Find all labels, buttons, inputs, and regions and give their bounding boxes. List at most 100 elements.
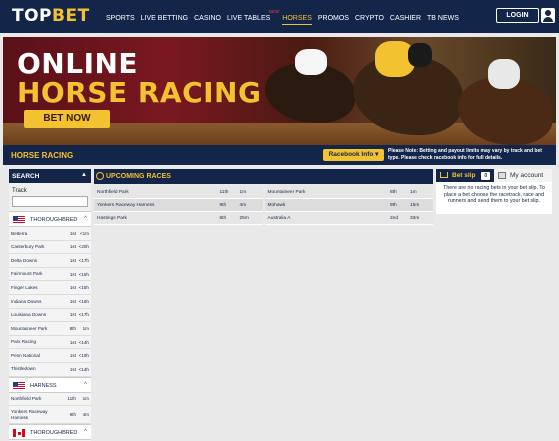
track-row[interactable]: Fairmount Park 1st <15h (9, 267, 91, 282)
upcoming-race-row[interactable]: Mountaineer Park 8th 1m (264, 186, 433, 199)
race-number: 6th (219, 215, 227, 221)
minutes-to-post: 25m (239, 215, 249, 221)
upcoming-race-row[interactable]: Northfield Park 11th 1m (94, 186, 263, 199)
group-us-thoroughbred[interactable]: THOROUGHBRED ^ (9, 211, 91, 227)
track-row[interactable]: Delta Downs 1st <17h (9, 254, 91, 268)
track-name: Mountaineer Park (11, 325, 48, 331)
jockey-image (295, 49, 327, 75)
empty-bet-slip-message: There are no racing bets in your bet sli… (443, 185, 545, 205)
logo-bet-text: BET (52, 6, 90, 26)
track-name: Northfield Park (97, 189, 129, 195)
upcoming-race-row[interactable]: Australia A 2nd 33m (264, 212, 433, 225)
section-title: HORSE RACING (11, 151, 74, 160)
track-name: Parx Racing (11, 339, 37, 345)
group-ca-thoroughbred[interactable]: THOROUGHBRED ^ (9, 424, 91, 441)
nav-live-betting[interactable]: LIVE BETTING (141, 15, 188, 25)
nav-crypto[interactable]: CRYPTO (355, 15, 384, 25)
minutes-to-post: <17h (78, 257, 89, 263)
minutes-to-post: <1m (79, 230, 89, 236)
track-search-input[interactable] (12, 196, 88, 207)
us-flag-icon (13, 381, 25, 390)
nav-live-tables-label: LIVE TABLES (226, 15, 271, 22)
race-number: 8th (390, 189, 397, 195)
track-row[interactable]: Louisiana Downs 1st <17h (9, 308, 91, 323)
bet-slip-tabs: Bet slip 0 My account (436, 169, 552, 182)
track-name: Mountaineer Park (267, 189, 306, 195)
race-number: 9th (69, 412, 76, 418)
upcoming-race-row[interactable]: Yonkers Raceway Harness 9th 4m (94, 199, 263, 212)
minutes-to-post: 4m (239, 202, 247, 208)
tab-my-account-label: My account (510, 172, 544, 179)
upcoming-race-row[interactable]: Hastings Park 6th 25m (94, 212, 263, 225)
track-row[interactable]: Finger Lakes 1st <15h (9, 281, 91, 295)
nav-live-tables[interactable]: LIVE TABLES NEW (226, 9, 279, 25)
tab-my-account[interactable]: My account (494, 169, 552, 182)
track-row[interactable]: Mountaineer Park 8th 1m (9, 322, 91, 336)
race-number: 11th (67, 396, 76, 402)
logo-top-text: TOP (12, 6, 53, 26)
track-name: Penn National (11, 352, 40, 358)
chevron-up-icon[interactable]: ^ (84, 382, 87, 388)
user-icon[interactable] (541, 8, 555, 23)
track-label: Track (12, 188, 27, 194)
minutes-to-post: 1m (410, 189, 417, 195)
track-name: Indiana Downs (11, 298, 42, 304)
minutes-to-post: <14h (78, 339, 89, 345)
race-number: 11th (219, 189, 229, 195)
track-row[interactable]: Parx Racing 1st <14h (9, 335, 91, 350)
track-row[interactable]: Penn National 1st <19h (9, 349, 91, 363)
nav-sports[interactable]: SPORTS (106, 15, 135, 25)
chevron-up-icon[interactable]: ^ (84, 429, 87, 435)
track-row[interactable]: Betterra 1st <1m (9, 227, 91, 241)
minutes-to-post: <15h (78, 271, 89, 277)
track-name: Finger Lakes (11, 284, 38, 290)
race-number: 1st (69, 298, 76, 304)
track-row[interactable]: Northfield Park 11th 1m (9, 392, 91, 407)
topbet-logo[interactable]: TOPBET (12, 6, 90, 26)
chevron-up-icon[interactable]: ▲ (81, 172, 87, 178)
race-number: 1st (69, 353, 76, 359)
tab-bet-slip[interactable]: Bet slip 0 (436, 169, 494, 182)
nav-casino[interactable]: CASINO (194, 15, 221, 25)
race-number: 1st (69, 244, 76, 250)
us-flag-icon (13, 216, 25, 224)
nav-horses[interactable]: HORSES (282, 15, 312, 25)
race-number: 8th (69, 325, 76, 331)
minutes-to-post: <14h (78, 366, 89, 372)
minutes-to-post: <20h (78, 244, 89, 250)
track-name: Australia A (267, 215, 291, 221)
race-number: 1st (69, 366, 76, 372)
track-name: Mohawk (267, 202, 286, 208)
track-row[interactable]: Indiana Downs 1st <16h (9, 294, 91, 309)
nav-cashier[interactable]: CASHIER (390, 15, 421, 25)
nav-promos[interactable]: PROMOS (318, 15, 349, 25)
track-name: Betterra (11, 230, 28, 236)
minutes-to-post: 1m (82, 396, 89, 402)
cart-icon (440, 172, 448, 178)
track-row[interactable]: Canterbury Park 1st <20h (9, 240, 91, 255)
group-label: HARNESS (30, 382, 57, 389)
track-name: Northfield Park (11, 396, 42, 402)
search-header[interactable]: SEARCH ▲ (9, 169, 91, 183)
horse-racing-bar: HORSE RACING Racebook Info ▾ Please Note… (3, 145, 556, 165)
search-sidebar: SEARCH ▲ Track THOROUGHBRED ^ Betterra 1s… (9, 169, 91, 441)
racebook-info-dropdown[interactable]: Racebook Info ▾ (323, 149, 384, 161)
track-name: Louisiana Downs (11, 312, 46, 318)
clock-icon (96, 172, 104, 180)
race-number: 1st (69, 257, 76, 263)
upcoming-column-right: Mountaineer Park 8th 1m Mohawk 9th 15m Austral… (264, 186, 433, 225)
login-button[interactable]: LOGIN (496, 8, 539, 23)
nav-tb-news[interactable]: TB NEWS (427, 15, 459, 25)
upcoming-races-header: UPCOMING RACES (94, 169, 433, 184)
upcoming-race-row[interactable]: Mohawk 9th 15m (264, 199, 433, 212)
group-us-harness[interactable]: HARNESS ^ (9, 376, 91, 393)
tab-bet-slip-label: Bet slip (452, 172, 476, 179)
bet-now-button[interactable]: BET NOW (24, 110, 110, 128)
track-name: Yonkers Raceway Harness (97, 202, 155, 208)
track-name: Yonkers Raceway Harness (11, 409, 48, 420)
track-row[interactable]: Yonkers Raceway Harness 9th 4m (9, 406, 91, 425)
track-list: Northfield Park 11th 1m Yonkers Raceway Har… (9, 392, 91, 425)
race-number: 9th (390, 202, 397, 208)
track-row[interactable]: Thistledown 1st <14h (9, 362, 91, 377)
chevron-up-icon[interactable]: ^ (84, 216, 87, 222)
